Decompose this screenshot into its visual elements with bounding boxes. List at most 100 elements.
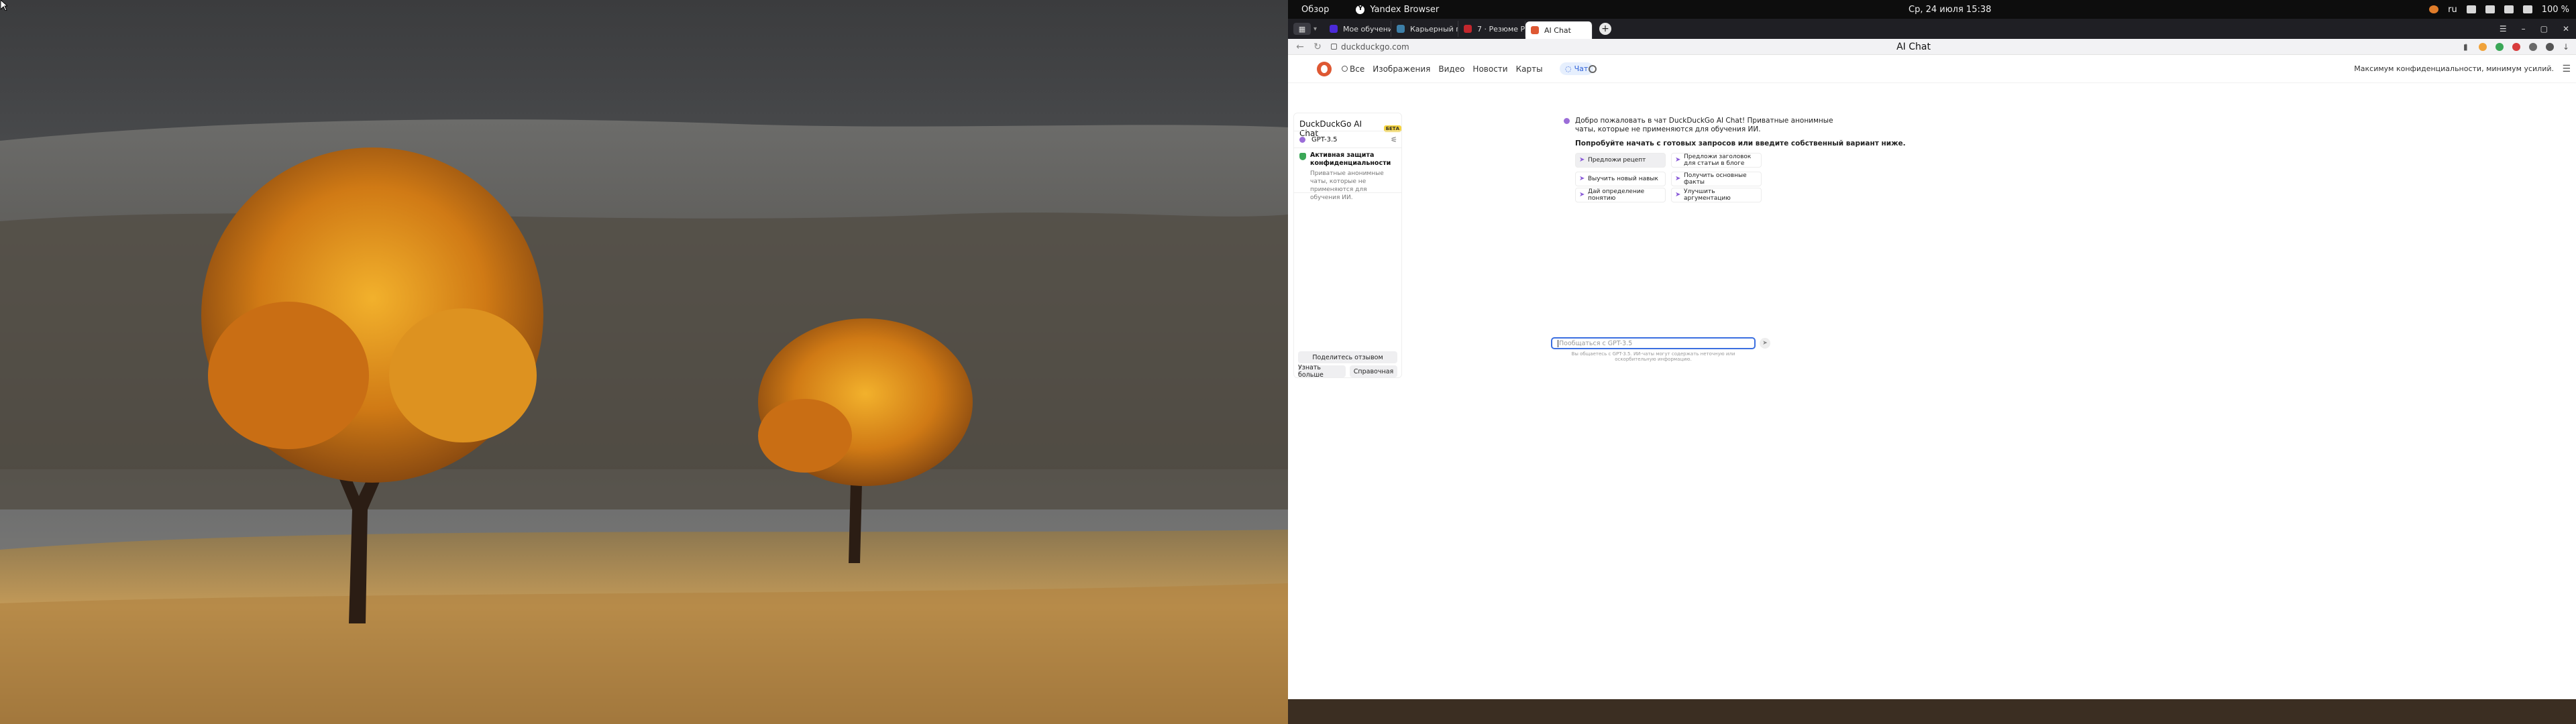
- model-name: GPT-3.5: [1311, 135, 1338, 143]
- tab-strip: ▦ ▾ Мое обучение — Skillbox Карьерный по…: [1288, 19, 2576, 39]
- more-icon[interactable]: ⋮: [2462, 42, 2470, 52]
- mouse-cursor-icon: [1, 0, 7, 11]
- page-title: AI Chat: [1896, 41, 1931, 52]
- privacy-notice: Активная защита конфиденциальности Прива…: [1299, 152, 1397, 202]
- chat-input[interactable]: Пообщаться с GPT-3.5: [1551, 337, 1756, 349]
- extension-icon[interactable]: [2528, 42, 2537, 51]
- new-tab-button[interactable]: +: [1599, 23, 1611, 35]
- skillbox-favicon-icon: [1330, 25, 1338, 33]
- nav-images[interactable]: Изображения: [1373, 64, 1430, 74]
- clock[interactable]: Ср, 24 июля 15:38: [1909, 5, 1991, 15]
- url-text: duckduckgo.com: [1341, 42, 1409, 52]
- send-arrow-icon: ➤: [1579, 175, 1585, 182]
- tab-groups-icon[interactable]: ▦: [1293, 23, 1311, 35]
- battery-level: 100 %: [2541, 4, 2569, 15]
- url-field[interactable]: duckduckgo.com: [1331, 42, 1409, 52]
- chat-sidebar: DuckDuckGo AI Chat БЕТА GPT-3.5 ⚟ Активн…: [1293, 113, 1402, 379]
- extension-icon[interactable]: [2478, 42, 2487, 51]
- nav-all-label: Все: [1350, 64, 1365, 74]
- desktop-wallpaper: [0, 0, 1288, 724]
- settings-gear-icon[interactable]: [1589, 64, 1597, 73]
- suggestion-recipe[interactable]: ➤ Предложи рецепт: [1575, 153, 1666, 168]
- extension-icon[interactable]: [2545, 42, 2554, 51]
- help-button[interactable]: Справочная: [1350, 365, 1397, 377]
- send-arrow-icon: ➤: [1675, 156, 1681, 164]
- suggestion-label: Получить основные факты: [1684, 172, 1747, 186]
- adblock-icon[interactable]: [2495, 42, 2504, 51]
- nav-all[interactable]: Все: [1342, 64, 1364, 74]
- close-window-icon[interactable]: ✕: [2563, 24, 2569, 34]
- send-arrow-icon: ➤: [1579, 156, 1585, 164]
- shield-icon: [1299, 153, 1306, 160]
- download-icon[interactable]: ↓: [2563, 42, 2569, 52]
- learn-more-button[interactable]: Узнать больше: [1298, 364, 1346, 379]
- tab-label: 7 · Резюме Python | Dja: [1477, 24, 1525, 34]
- volume-icon: [2504, 5, 2514, 13]
- suggestion-label: Предложи заголовок для статьи в блоге: [1684, 154, 1752, 167]
- model-settings-icon[interactable]: ⚟: [1391, 135, 1397, 144]
- ai-chat-page: DuckDuckGo AI Chat БЕТА GPT-3.5 ⚟ Активн…: [1288, 111, 2576, 699]
- nav-maps[interactable]: Карты: [1516, 64, 1543, 74]
- chat-bubble-icon: ◌: [1565, 64, 1572, 73]
- suggestion-blog-title[interactable]: ➤ Предложи заголовок для статьи в блоге: [1671, 153, 1762, 168]
- ddg-header: Все Изображения Видео Новости Карты ◌ Ча…: [1288, 55, 2576, 83]
- career-favicon-icon: [1397, 25, 1405, 33]
- feedback-button[interactable]: Поделитесь отзывом: [1298, 351, 1397, 363]
- hh-favicon-icon: [1464, 25, 1472, 33]
- tab-skillbox[interactable]: Мое обучение — Skillbox: [1324, 21, 1391, 37]
- yandex-browser-icon: [1356, 5, 1365, 14]
- model-selector[interactable]: GPT-3.5 ⚟: [1294, 131, 1401, 148]
- nav-news[interactable]: Новости: [1472, 64, 1507, 74]
- duckduckgo-favicon-icon: [1531, 26, 1539, 34]
- ddg-slogan: Максимум конфиденциальности, минимум уси…: [2354, 64, 2554, 73]
- active-app-menu[interactable]: Yandex Browser: [1356, 5, 1439, 15]
- nav-video[interactable]: Видео: [1438, 64, 1464, 74]
- wifi-icon: [2466, 5, 2476, 13]
- tabs-menu-icon[interactable]: ☰: [2500, 24, 2507, 34]
- lock-icon: [1331, 44, 1337, 50]
- prompt-hint: Попробуйте начать с готовых запросов или…: [1575, 139, 1906, 147]
- sidebar-divider: [1294, 192, 1401, 193]
- suggestion-argument[interactable]: ➤ Улучшить аргументацию: [1671, 188, 1762, 202]
- search-icon: [1342, 65, 1348, 72]
- send-arrow-icon: ➤: [1579, 191, 1585, 198]
- send-button[interactable]: ➤: [1760, 338, 1770, 349]
- maximize-icon[interactable]: ▢: [2540, 24, 2548, 34]
- extensions-bar: ⋮ ↓: [2462, 42, 2569, 52]
- assistant-avatar-icon: [1564, 118, 1570, 124]
- suggestion-basic-facts[interactable]: ➤ Получить основные факты: [1671, 172, 1762, 186]
- extension-icon[interactable]: [2512, 42, 2520, 51]
- duckduckgo-logo-icon[interactable]: [1317, 61, 1332, 76]
- system-top-bar: Обзор Yandex Browser Ср, 24 июля 15:38 r…: [1288, 0, 2576, 19]
- sidebar-buttons: Узнать больше Справочная: [1298, 364, 1397, 379]
- back-icon[interactable]: ←: [1295, 42, 1305, 52]
- welcome-message: Добро пожаловать в чат DuckDuckGo AI Cha…: [1575, 117, 1833, 133]
- send-arrow-icon: ➤: [1675, 191, 1681, 198]
- suggestion-learn-skill[interactable]: ➤ Выучить новый навык: [1575, 172, 1666, 186]
- tab-label: AI Chat: [1544, 25, 1571, 35]
- bluetooth-icon: [2485, 5, 2495, 13]
- system-tray[interactable]: ru 100 %: [2429, 5, 2569, 15]
- keyboard-layout[interactable]: ru: [2448, 5, 2457, 15]
- send-arrow-icon: ➤: [1675, 175, 1681, 182]
- hamburger-menu-icon[interactable]: ☰: [2562, 64, 2571, 74]
- overview-button[interactable]: Обзор: [1301, 5, 1329, 15]
- tab-resume[interactable]: 7 · Резюме Python | Dja: [1458, 21, 1525, 37]
- tab-ai-chat[interactable]: AI Chat ✕: [1525, 21, 1593, 39]
- ddg-nav: Все Изображения Видео Новости Карты: [1342, 64, 1543, 74]
- chat-input-placeholder: Пообщаться с GPT-3.5: [1559, 339, 1633, 347]
- reload-icon[interactable]: ↻: [1312, 42, 1323, 52]
- ai-disclaimer: Вы общаетесь с GPT-3.5. ИИ-чаты могут со…: [1571, 351, 1735, 362]
- suggestion-definition[interactable]: ➤ Дай определение понятию: [1575, 188, 1666, 202]
- notification-icon[interactable]: [2429, 5, 2439, 13]
- tab-label: Карьерный портал — Fro: [1410, 24, 1458, 34]
- suggestion-label: Дай определение понятию: [1588, 188, 1645, 202]
- battery-icon: [2522, 5, 2532, 13]
- tabs-dropdown-icon[interactable]: ▾: [1313, 25, 1324, 33]
- tab-career-portal[interactable]: Карьерный портал — Fro: [1391, 21, 1458, 37]
- suggestion-label: Улучшить аргументацию: [1684, 188, 1731, 202]
- second-monitor: Обзор Yandex Browser Ср, 24 июля 15:38 r…: [1288, 0, 2576, 724]
- close-tab-icon[interactable]: ✕: [1591, 25, 1592, 35]
- suggestion-label: Предложи рецепт: [1588, 157, 1646, 164]
- minimize-icon[interactable]: –: [2522, 24, 2526, 34]
